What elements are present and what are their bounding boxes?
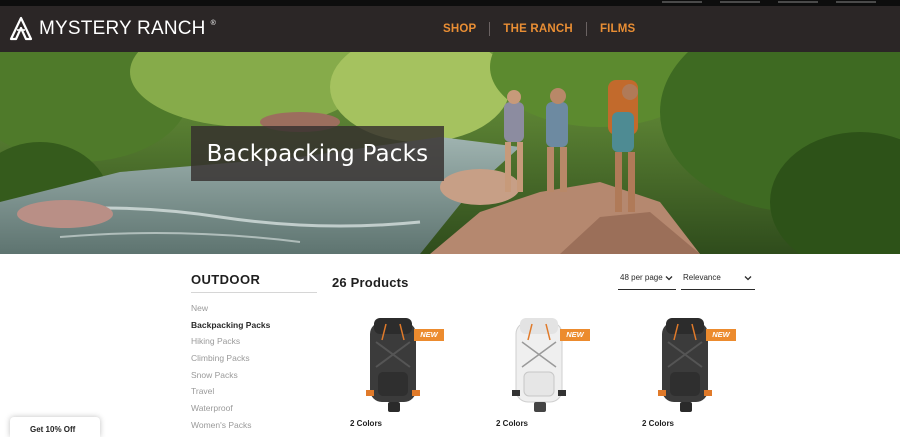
primary-nav: SHOP THE RANCH FILMS xyxy=(430,6,648,52)
backpack-image xyxy=(512,318,566,412)
new-badge: NEW xyxy=(560,329,590,341)
sidebar-item-travel[interactable]: Travel xyxy=(191,383,317,400)
promo-label: Get 10% Off xyxy=(30,425,76,434)
ranch-brand-icon xyxy=(9,16,33,41)
category-list: New Backpacking Packs Hiking Packs Climb… xyxy=(191,300,317,434)
sidebar-heading: OUTDOOR xyxy=(191,272,317,293)
per-page-value: 48 per page xyxy=(620,273,663,282)
color-count: 2 Colors xyxy=(350,419,383,428)
nav-the-ranch[interactable]: THE RANCH xyxy=(490,23,586,35)
utility-link[interactable] xyxy=(778,1,818,3)
hero-title-box: Backpacking Packs xyxy=(191,126,444,181)
brand-name: MYSTERY RANCH xyxy=(39,18,206,39)
new-badge: NEW xyxy=(414,329,444,341)
nav-shop[interactable]: SHOP xyxy=(430,23,489,35)
color-count: 2 Colors xyxy=(642,419,675,428)
color-count: 2 Colors xyxy=(496,419,529,428)
sidebar-item-new[interactable]: New xyxy=(191,300,317,317)
chevron-down-icon xyxy=(665,276,673,281)
nav-films[interactable]: FILMS xyxy=(587,23,649,35)
sidebar-item-climbing-packs[interactable]: Climbing Packs xyxy=(191,350,317,367)
hero-banner: Backpacking Packs xyxy=(0,52,900,254)
per-page-select[interactable]: 48 per page xyxy=(618,270,676,290)
sort-select[interactable]: Relevance xyxy=(681,270,755,290)
chevron-down-icon xyxy=(744,276,752,281)
product-card[interactable]: NEW 2 Colors xyxy=(640,312,760,429)
sidebar-item-womens-packs[interactable]: Women's Packs xyxy=(191,417,317,434)
hikers-by-river-photo xyxy=(0,52,900,254)
backpack-image xyxy=(366,318,420,412)
category-sidebar: OUTDOOR New Backpacking Packs Hiking Pac… xyxy=(191,272,317,434)
page-title: Backpacking Packs xyxy=(206,140,429,167)
sort-value: Relevance xyxy=(683,273,721,282)
product-card[interactable]: NEW 2 Colors xyxy=(348,312,468,429)
utility-link[interactable] xyxy=(836,1,876,3)
utility-link[interactable] xyxy=(662,1,702,3)
sidebar-item-waterproof[interactable]: Waterproof xyxy=(191,400,317,417)
new-badge: NEW xyxy=(706,329,736,341)
sidebar-item-backpacking-packs[interactable]: Backpacking Packs xyxy=(191,317,317,334)
brand-logo[interactable]: MYSTERY RANCH ® xyxy=(8,15,216,43)
utility-link[interactable] xyxy=(720,1,760,3)
discount-promo-tab[interactable]: Get 10% Off xyxy=(10,417,100,437)
backpack-image xyxy=(658,318,712,412)
product-card[interactable]: NEW 2 Colors xyxy=(494,312,614,429)
main-header: MYSTERY RANCH ® SHOP THE RANCH FILMS xyxy=(0,6,900,52)
registered-mark-icon: ® xyxy=(210,20,216,27)
sidebar-item-snow-packs[interactable]: Snow Packs xyxy=(191,367,317,384)
product-count: 26 Products xyxy=(332,275,409,290)
sidebar-item-hiking-packs[interactable]: Hiking Packs xyxy=(191,333,317,350)
